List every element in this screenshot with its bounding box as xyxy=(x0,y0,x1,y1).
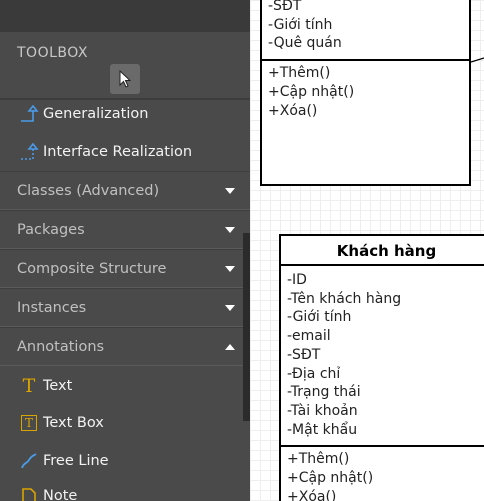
caret-down-icon xyxy=(225,304,235,311)
uml-class-top[interactable]: -SĐT -Giới tính -Quê quán +Thêm() +Cập n… xyxy=(260,0,471,186)
category-annotations[interactable]: Annotations xyxy=(0,327,250,366)
toolbox-title: TOOLBOX xyxy=(17,45,88,61)
caret-up-icon xyxy=(225,343,235,350)
category-label: Annotations xyxy=(17,338,105,355)
tool-text-box[interactable]: T Text Box xyxy=(0,404,250,442)
category-classes-advanced[interactable]: Classes (Advanced) xyxy=(0,171,250,210)
category-label: Instances xyxy=(17,299,87,316)
tool-label: Free Line xyxy=(43,453,109,469)
tool-label: Text Box xyxy=(43,415,104,431)
diagram-canvas[interactable]: -SĐT -Giới tính -Quê quán +Thêm() +Cập n… xyxy=(250,0,484,501)
class-method: +Thêm() xyxy=(268,65,331,82)
class-attribute: -Địa chỉ xyxy=(287,365,341,382)
class-name: Khách hàng xyxy=(281,236,484,266)
category-composite-structure[interactable]: Composite Structure xyxy=(0,249,250,288)
tool-text[interactable]: T Text xyxy=(0,367,250,405)
class-attribute: -Quê quán xyxy=(268,35,342,52)
note-icon xyxy=(16,486,42,501)
toolbox-panel: TOOLBOX Generalization Interface Realiza… xyxy=(0,0,250,501)
class-attribute: -email xyxy=(287,328,331,345)
caret-down-icon xyxy=(225,226,235,233)
caret-down-icon xyxy=(225,265,235,272)
cursor-arrow-icon xyxy=(119,70,132,88)
generalization-icon xyxy=(16,104,42,124)
tool-interface-realization[interactable]: Interface Realization xyxy=(0,133,250,171)
class-attribute: -Giới tính xyxy=(287,309,352,326)
class-attribute: -Tài khoản xyxy=(287,402,358,419)
pointer-tool-button[interactable] xyxy=(110,64,140,94)
method-compartment: +Thêm() +Cập nhật() +Xóa() xyxy=(281,447,484,501)
class-attribute: -Giới tính xyxy=(268,16,333,33)
free-line-icon xyxy=(16,451,42,471)
caret-down-icon xyxy=(225,187,235,194)
association-line[interactable] xyxy=(471,50,484,64)
category-instances[interactable]: Instances xyxy=(0,288,250,327)
text-icon: T xyxy=(22,374,36,397)
method-compartment: +Thêm() +Cập nhật() +Xóa() xyxy=(262,61,469,120)
tool-note[interactable]: Note xyxy=(0,477,250,501)
class-method: +Cập nhật() xyxy=(287,470,374,487)
toolbox-scrollbar[interactable] xyxy=(243,233,250,421)
category-label: Classes (Advanced) xyxy=(17,182,160,199)
attribute-compartment: -ID -Tên khách hàng -Giới tính -email -S… xyxy=(281,266,484,439)
attribute-compartment: -SĐT -Giới tính -Quê quán xyxy=(262,0,469,53)
uml-class-khach-hang[interactable]: Khách hàng -ID -Tên khách hàng -Giới tín… xyxy=(279,234,484,501)
tool-label: Generalization xyxy=(43,106,149,122)
category-label: Packages xyxy=(17,221,85,238)
tool-free-line[interactable]: Free Line xyxy=(0,442,250,480)
interface-realization-icon xyxy=(16,142,42,162)
class-attribute: -Trạng thái xyxy=(287,384,361,401)
category-packages[interactable]: Packages xyxy=(0,210,250,249)
toolbox-topbar xyxy=(0,0,250,32)
class-attribute: -SĐT xyxy=(287,346,321,363)
category-label: Composite Structure xyxy=(17,260,167,277)
class-attribute: -Mật khẩu xyxy=(287,421,358,438)
tool-label: Note xyxy=(43,488,78,501)
class-method: +Xóa() xyxy=(287,488,337,501)
tool-label: Interface Realization xyxy=(43,144,193,160)
class-method: +Cập nhật() xyxy=(268,83,355,100)
class-attribute: -ID xyxy=(287,272,307,288)
text-box-icon: T xyxy=(16,413,42,433)
class-attribute: -Tên khách hàng xyxy=(287,290,402,307)
class-attribute: -SĐT xyxy=(268,0,302,14)
tool-generalization[interactable]: Generalization xyxy=(0,95,250,133)
tool-label: Text xyxy=(43,378,73,394)
class-method: +Xóa() xyxy=(268,102,318,119)
class-method: +Thêm() xyxy=(287,451,350,468)
